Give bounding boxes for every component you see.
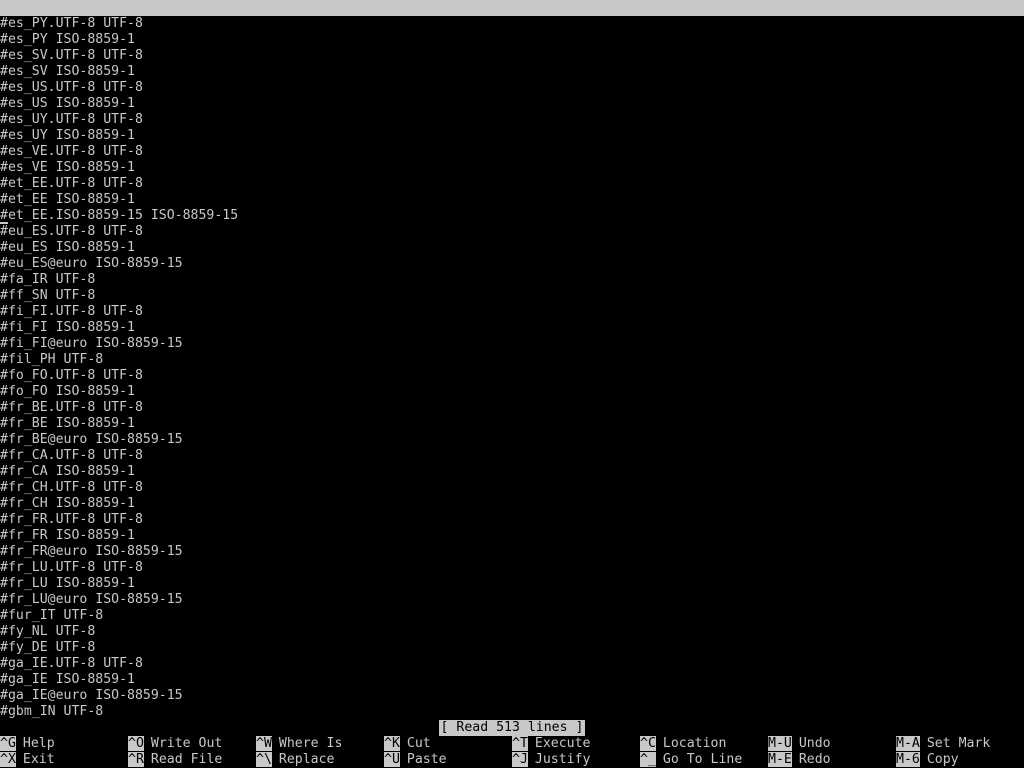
editor-line[interactable]: #fr_CH ISO-8859-1 — [0, 496, 1024, 512]
shortcut-key: ^J — [512, 752, 528, 767]
shortcut-read-file[interactable]: ^R Read File — [128, 752, 222, 768]
shortcut-label: Set Mark — [926, 736, 991, 751]
shortcut-key: M-U — [768, 736, 792, 751]
shortcut-label: Go To Line — [662, 752, 743, 767]
editor-line[interactable]: #fa_IR UTF-8 — [0, 272, 1024, 288]
editor-line[interactable]: #fr_CH.UTF-8 UTF-8 — [0, 480, 1024, 496]
shortcut-justify[interactable]: ^J Justify — [512, 752, 590, 768]
editor-line[interactable]: #fr_FR.UTF-8 UTF-8 — [0, 512, 1024, 528]
editor-line[interactable]: #fy_DE UTF-8 — [0, 640, 1024, 656]
shortcut-key: ^G — [0, 736, 16, 751]
editor-line[interactable]: #fo_FO ISO-8859-1 — [0, 384, 1024, 400]
shortcut-key: ^\ — [256, 752, 272, 767]
shortcut-key: ^R — [128, 752, 144, 767]
editor-line[interactable]: #es_SV.UTF-8 UTF-8 — [0, 48, 1024, 64]
editor-line[interactable]: #es_UY.UTF-8 UTF-8 — [0, 112, 1024, 128]
shortcut-key: ^C — [640, 736, 656, 751]
shortcut-label: Paste — [406, 752, 447, 767]
shortcut-cut[interactable]: ^K Cut — [384, 736, 431, 752]
editor-line[interactable]: #eu_ES.UTF-8 UTF-8 — [0, 224, 1024, 240]
editor-line[interactable]: #es_VE.UTF-8 UTF-8 — [0, 144, 1024, 160]
shortcut-undo[interactable]: M-U Undo — [768, 736, 831, 752]
text-editor-area[interactable]: #es_PY.UTF-8 UTF-8 #es_PY ISO-8859-1 #es_S… — [0, 16, 1024, 720]
shortcut-label: Where Is — [278, 736, 343, 751]
shortcut-key: ^T — [512, 736, 528, 751]
editor-line[interactable]: #fi_FI ISO-8859-1 — [0, 320, 1024, 336]
status-bar: [ Read 513 lines ] — [0, 720, 1024, 736]
shortcut-set-mark[interactable]: M-A Set Mark — [896, 736, 990, 752]
shortcut-key: M-6 — [896, 752, 920, 767]
shortcut-label: Help — [22, 736, 55, 751]
editor-line[interactable]: #ga_IE@euro ISO-8859-15 — [0, 688, 1024, 704]
shortcut-key: ^O — [128, 736, 144, 751]
shortcut-go-to-line[interactable]: ^_ Go To Line — [640, 752, 742, 768]
editor-line[interactable]: #fr_BE@euro ISO-8859-15 — [0, 432, 1024, 448]
shortcut-bar: ^G Help ^O Write Out ^W Where Is ^K Cut ^T Execut… — [0, 736, 1024, 768]
shortcut-label: Exit — [22, 752, 55, 767]
shortcut-key: ^K — [384, 736, 400, 751]
editor-line[interactable]: #ff_SN UTF-8 — [0, 288, 1024, 304]
shortcut-redo[interactable]: M-E Redo — [768, 752, 831, 768]
editor-line[interactable]: #fr_CA.UTF-8 UTF-8 — [0, 448, 1024, 464]
editor-line[interactable]: #eu_ES@euro ISO-8859-15 — [0, 256, 1024, 272]
editor-line[interactable]: #fil_PH UTF-8 — [0, 352, 1024, 368]
shortcut-label: Redo — [798, 752, 831, 767]
editor-line[interactable]: #fr_BE.UTF-8 UTF-8 — [0, 400, 1024, 416]
editor-line[interactable]: #et_EE.ISO-8859-15 ISO-8859-15 — [0, 208, 1024, 224]
shortcut-key: ^W — [256, 736, 272, 751]
editor-line[interactable]: #et_EE.UTF-8 UTF-8 — [0, 176, 1024, 192]
status-message: [ Read 513 lines ] — [438, 720, 586, 736]
editor-line[interactable]: #es_VE ISO-8859-1 — [0, 160, 1024, 176]
shortcut-label: Write Out — [150, 736, 223, 751]
shortcut-replace[interactable]: ^\ Replace — [256, 752, 334, 768]
shortcut-key: M-E — [768, 752, 792, 767]
editor-line[interactable]: #fi_FI.UTF-8 UTF-8 — [0, 304, 1024, 320]
shortcut-key: M-A — [896, 736, 920, 751]
editor-line[interactable]: #fr_LU@euro ISO-8859-15 — [0, 592, 1024, 608]
shortcut-label: Replace — [278, 752, 335, 767]
shortcut-key: ^U — [384, 752, 400, 767]
shortcut-label: Copy — [926, 752, 959, 767]
editor-line[interactable]: #fi_FI@euro ISO-8859-15 — [0, 336, 1024, 352]
editor-line[interactable]: #es_PY.UTF-8 UTF-8 — [0, 16, 1024, 32]
editor-line[interactable]: #ga_IE.UTF-8 UTF-8 — [0, 656, 1024, 672]
editor-line[interactable]: #et_EE ISO-8859-1 — [0, 192, 1024, 208]
editor-line[interactable]: #es_PY ISO-8859-1 — [0, 32, 1024, 48]
shortcut-label: Read File — [150, 752, 223, 767]
editor-line[interactable]: #fr_LU.UTF-8 UTF-8 — [0, 560, 1024, 576]
shortcut-label: Execute — [534, 736, 591, 751]
shortcut-exit[interactable]: ^X Exit — [0, 752, 55, 768]
shortcut-label: Cut — [406, 736, 431, 751]
editor-line[interactable]: #eu_ES ISO-8859-1 — [0, 240, 1024, 256]
editor-line[interactable]: #ga_IE ISO-8859-1 — [0, 672, 1024, 688]
editor-line[interactable]: #fr_FR ISO-8859-1 — [0, 528, 1024, 544]
editor-line[interactable]: #fr_FR@euro ISO-8859-15 — [0, 544, 1024, 560]
shortcut-key: ^X — [0, 752, 16, 767]
editor-line[interactable]: #fur_IT UTF-8 — [0, 608, 1024, 624]
title-bar: GNU nano 7.2 /etc/locale.gen — [0, 0, 1024, 47]
shortcut-write-out[interactable]: ^O Write Out — [128, 736, 222, 752]
shortcut-help[interactable]: ^G Help — [0, 736, 55, 752]
editor-line[interactable]: #es_US.UTF-8 UTF-8 — [0, 80, 1024, 96]
editor-line[interactable]: #es_UY ISO-8859-1 — [0, 128, 1024, 144]
editor-line[interactable]: #es_US ISO-8859-1 — [0, 96, 1024, 112]
shortcut-label: Undo — [798, 736, 831, 751]
editor-line[interactable]: #gbm_IN UTF-8 — [0, 704, 1024, 720]
editor-line[interactable]: #es_SV ISO-8859-1 — [0, 64, 1024, 80]
editor-line[interactable]: #fr_BE ISO-8859-1 — [0, 416, 1024, 432]
editor-line[interactable]: #fy_NL UTF-8 — [0, 624, 1024, 640]
shortcut-label: Justify — [534, 752, 591, 767]
shortcut-label: Location — [662, 736, 727, 751]
shortcut-copy[interactable]: M-6 Copy — [896, 752, 959, 768]
editor-line[interactable]: #fo_FO.UTF-8 UTF-8 — [0, 368, 1024, 384]
shortcut-key: ^_ — [640, 752, 656, 767]
shortcut-paste[interactable]: ^U Paste — [384, 752, 447, 768]
editor-line[interactable]: #fr_LU ISO-8859-1 — [0, 576, 1024, 592]
editor-line[interactable]: #fr_CA ISO-8859-1 — [0, 464, 1024, 480]
shortcut-location[interactable]: ^C Location — [640, 736, 726, 752]
shortcut-execute[interactable]: ^T Execute — [512, 736, 590, 752]
text-cursor — [0, 222, 8, 224]
shortcut-where-is[interactable]: ^W Where Is — [256, 736, 342, 752]
